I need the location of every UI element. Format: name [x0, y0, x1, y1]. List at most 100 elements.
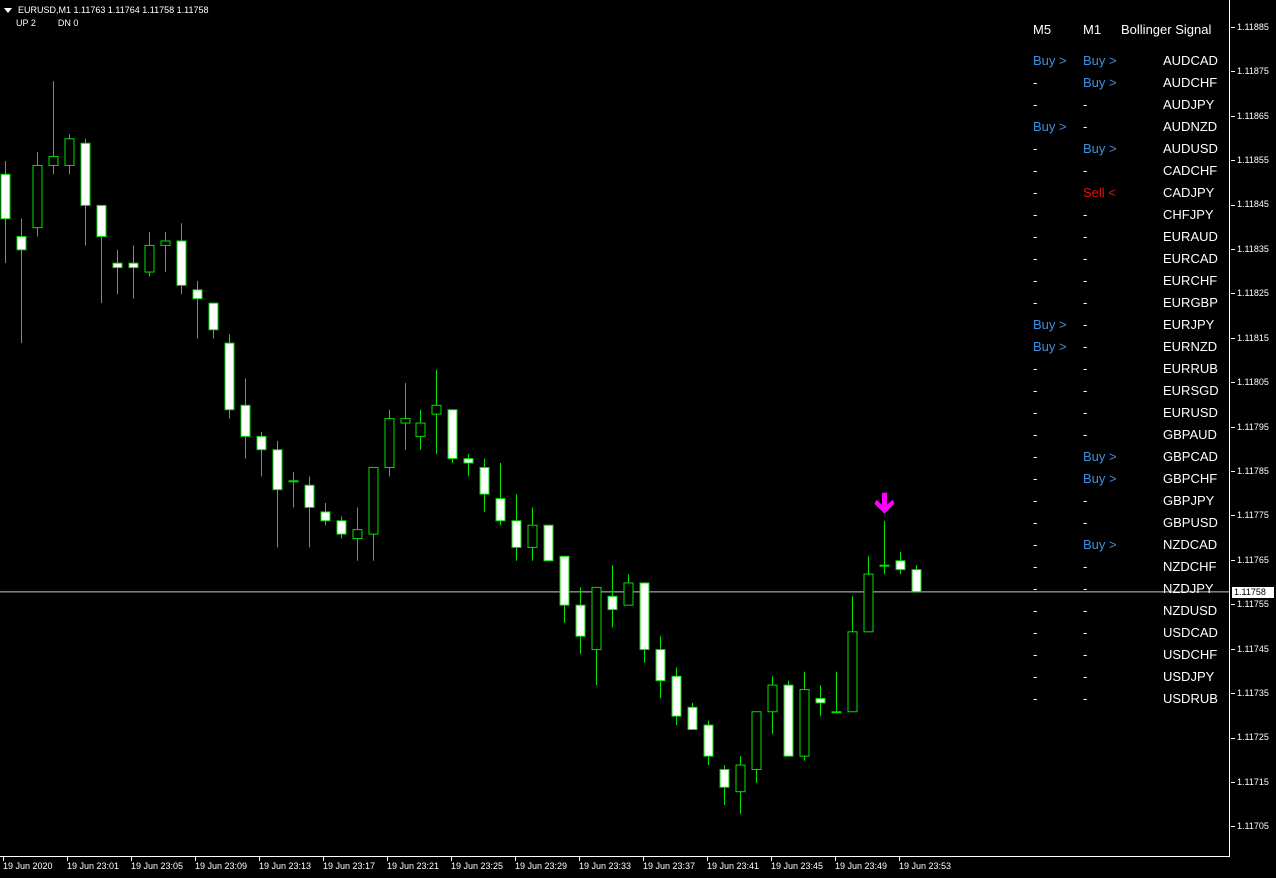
symbol-label: EURUSD [1163, 405, 1218, 420]
time-tick-mark [387, 857, 388, 861]
dn-count: DN 0 [57, 18, 79, 28]
price-scale[interactable]: 1.11885 1.11875 1.11865 1.11855 1.11845 1.118… [1231, 0, 1276, 857]
candle-body-bull [64, 138, 75, 166]
candle-body-bull [847, 631, 858, 713]
candle [384, 409, 395, 477]
m1-signal: Buy > [1083, 53, 1117, 68]
m1-signal: - [1083, 625, 1088, 640]
signal-row-eurnzd: Buy > - EURNZD [1025, 339, 1225, 361]
candle [463, 454, 474, 477]
price-tick-text: 1.11815 [1237, 332, 1269, 343]
time-tick-label: 19 Jun 23:45 [771, 857, 824, 871]
price-tick-label: 1.11845 [1231, 199, 1269, 209]
signal-row-euraud: - - EURAUD [1025, 229, 1225, 251]
time-tick-text: 19 Jun 23:49 [835, 861, 888, 871]
time-tick-label: 19 Jun 23:05 [131, 857, 184, 871]
signal-row-nzdchf: - - NZDCHF [1025, 559, 1225, 581]
candle [687, 702, 698, 731]
m5-signal: - [1033, 515, 1038, 530]
time-tick-text: 19 Jun 23:45 [771, 861, 824, 871]
price-tick-text: 1.11775 [1237, 510, 1269, 521]
symbol-label: GBPAUD [1163, 427, 1217, 442]
m1-signal: - [1083, 339, 1088, 354]
price-tick-label: 1.11725 [1231, 732, 1269, 742]
price-tick-text: 1.11705 [1237, 821, 1269, 832]
symbol-label: USDCHF [1163, 647, 1218, 662]
time-tick-mark [771, 857, 772, 861]
candle [479, 458, 490, 512]
signal-row-eurrub: - - EURRUB [1025, 361, 1225, 383]
time-tick-text: 19 Jun 23:17 [323, 861, 376, 871]
symbol-label: USDCAD [1163, 625, 1218, 640]
price-tick-label: 1.11815 [1231, 333, 1269, 343]
m1-signal: Sell < [1083, 185, 1116, 200]
m1-signal: - [1083, 295, 1088, 310]
m5-signal: - [1033, 471, 1038, 486]
m1-signal: - [1083, 163, 1088, 178]
m1-signal: - [1083, 361, 1088, 376]
candle-body-bear [575, 604, 586, 637]
signal-row-audcad: Buy > Buy > AUDCAD [1025, 53, 1225, 75]
candle [208, 302, 219, 339]
price-tick-label: 1.11885 [1231, 22, 1269, 32]
m1-signal: - [1083, 669, 1088, 684]
signal-row-nzdusd: - - NZDUSD [1025, 603, 1225, 625]
signal-row-cadchf: - - CADCHF [1025, 163, 1225, 185]
time-tick-text: 19 Jun 23:05 [131, 861, 184, 871]
time-tick-label: 19 Jun 23:21 [387, 857, 439, 871]
signal-row-gbpusd: - - GBPUSD [1025, 515, 1225, 537]
price-tick-text: 1.11735 [1237, 687, 1269, 698]
m1-signal: - [1083, 691, 1088, 706]
time-tick-mark [3, 857, 4, 861]
candle-body-bull [623, 582, 634, 606]
price-tick-mark [1231, 204, 1235, 206]
price-tick-mark [1231, 693, 1235, 695]
candle-body-bear [224, 342, 235, 411]
time-tick-mark [131, 857, 132, 861]
m5-signal: - [1033, 449, 1038, 464]
candle [863, 556, 874, 633]
signal-row-gbpjpy: - - GBPJPY [1025, 493, 1225, 515]
signal-row-usdchf: - - USDCHF [1025, 647, 1225, 669]
candle-body-bull [160, 240, 171, 246]
signal-row-audchf: - Buy > AUDCHF [1025, 75, 1225, 97]
dropdown-triangle-icon[interactable] [4, 8, 12, 13]
candle [655, 636, 666, 699]
signal-row-nzdcad: - Buy > NZDCAD [1025, 537, 1225, 559]
m1-signal: - [1083, 251, 1088, 266]
candle-body-bear [639, 582, 650, 651]
m5-signal: Buy > [1033, 317, 1067, 332]
price-tick-label: 1.11875 [1231, 66, 1269, 76]
candle-body-bull [384, 418, 395, 468]
candle-body-bear [911, 569, 922, 593]
time-tick-mark [899, 857, 900, 861]
candle-body-bear [879, 564, 890, 567]
price-tick-text: 1.11845 [1237, 199, 1269, 210]
candle-body-bear [815, 697, 826, 704]
candle-body-bear [128, 262, 139, 269]
candle-body-bull [352, 529, 363, 540]
m5-signal: - [1033, 427, 1038, 442]
symbol-label: GBPCAD [1163, 449, 1218, 464]
signal-row-audnzd: Buy > - AUDNZD [1025, 119, 1225, 141]
time-tick-label: 19 Jun 23:25 [451, 857, 503, 871]
time-tick-text: 19 Jun 23:13 [259, 861, 312, 871]
m5-signal: - [1033, 97, 1038, 112]
signal-row-gbpcad: - Buy > GBPCAD [1025, 449, 1225, 471]
price-tick-mark [1231, 71, 1235, 73]
m1-signal: - [1083, 427, 1088, 442]
signal-row-audjpy: - - AUDJPY [1025, 97, 1225, 119]
m1-signal: - [1083, 405, 1088, 420]
price-tick-text: 1.11795 [1237, 421, 1269, 432]
candle-body-bear [80, 142, 91, 206]
price-tick-mark [1231, 515, 1235, 517]
header-title: Bollinger Signal [1121, 22, 1212, 37]
candle [32, 152, 43, 237]
m5-signal: - [1033, 383, 1038, 398]
time-tick-text: 19 Jun 2020 [3, 861, 53, 871]
candle-body-bull [735, 764, 746, 793]
time-scale[interactable]: 19 Jun 2020 19 Jun 23:01 19 Jun 23:05 19 Ju… [0, 857, 1230, 878]
current-price-label: 1.11758 [1232, 586, 1274, 598]
candle-body-bull [32, 164, 43, 229]
header-m1: M1 [1083, 22, 1102, 37]
